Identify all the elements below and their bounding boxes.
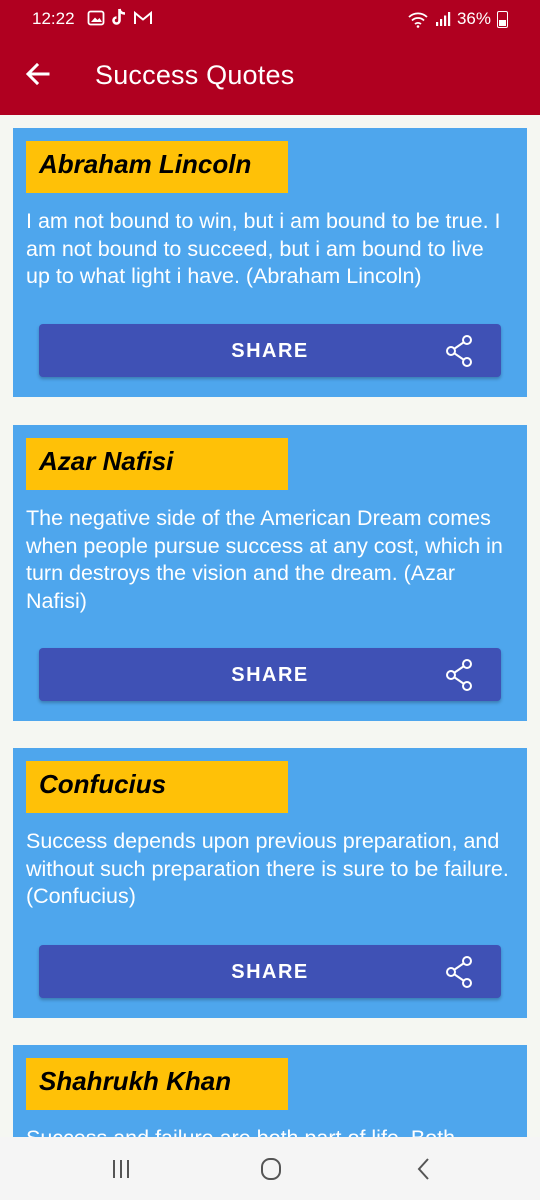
quote-card: Confucius Success depends upon previous …	[13, 748, 527, 1018]
status-right: 36%	[407, 9, 508, 29]
back-arrow-icon[interactable]	[22, 58, 54, 90]
quote-author: Shahrukh Khan	[26, 1058, 288, 1110]
status-time: 12:22	[32, 9, 75, 28]
gallery-icon	[87, 10, 105, 25]
quote-list[interactable]: Abraham Lincoln I am not bound to win, b…	[0, 115, 540, 1137]
quote-card: Azar Nafisi The negative side of the Ame…	[13, 425, 527, 721]
quote-text: I am not bound to win, but i am bound to…	[26, 209, 501, 288]
share-icon	[446, 956, 472, 988]
battery-percent: 36%	[456, 9, 491, 28]
gmail-icon	[134, 10, 152, 24]
app-bar: Success Quotes	[0, 38, 540, 115]
quote-author: Abraham Lincoln	[26, 141, 288, 193]
system-nav-bar	[0, 1137, 540, 1200]
share-label: SHARE	[231, 340, 309, 362]
quote-card: Shahrukh Khan Success and failure are bo…	[13, 1045, 527, 1137]
battery-icon	[497, 10, 508, 28]
quote-text: Success and failure are both part of lif…	[26, 1125, 513, 1137]
quote-card: Abraham Lincoln I am not bound to win, b…	[13, 128, 527, 397]
share-icon	[446, 659, 472, 691]
home-icon[interactable]	[256, 1155, 286, 1183]
quote-author: Azar Nafisi	[26, 438, 288, 490]
page-title: Success Quotes	[95, 60, 295, 90]
signal-icon	[435, 12, 451, 26]
quote-author: Confucius	[26, 761, 288, 813]
wifi-icon	[408, 12, 428, 28]
share-label: SHARE	[231, 961, 309, 983]
share-label: SHARE	[231, 664, 309, 686]
quote-text: Success depends upon previous preparatio…	[26, 829, 509, 908]
share-icon	[446, 335, 472, 367]
quote-text: The negative side of the American Dream …	[26, 506, 503, 613]
tiktok-icon	[112, 8, 126, 25]
share-button[interactable]: SHARE	[39, 945, 501, 998]
status-bar: 12:22 36%	[0, 0, 540, 38]
recent-apps-icon[interactable]	[106, 1155, 136, 1183]
back-icon[interactable]	[409, 1155, 439, 1183]
share-button[interactable]: SHARE	[39, 648, 501, 701]
notification-icons	[87, 8, 153, 27]
share-button[interactable]: SHARE	[39, 324, 501, 377]
